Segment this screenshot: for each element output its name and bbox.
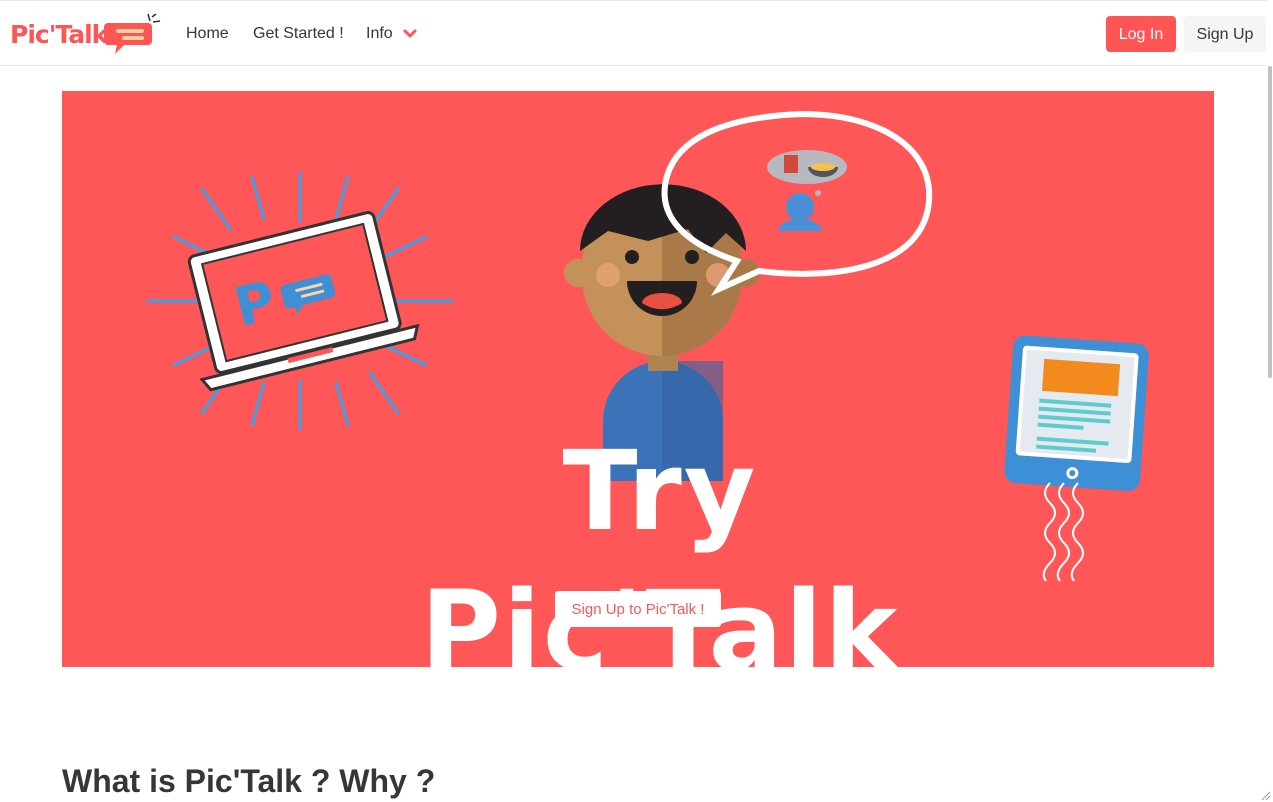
top-navbar: Pic'Talk Home Get Started ! Info Log In …	[0, 0, 1273, 66]
scrollbar-thumb[interactable]	[1268, 66, 1272, 378]
login-button[interactable]: Log In	[1106, 16, 1176, 52]
section-title: What is Pic'Talk ? Why ?	[62, 763, 436, 799]
nav-get-started-link[interactable]: Get Started !	[253, 25, 344, 43]
hero-banner: P Try Sign Up to Pic'Talk !	[62, 91, 1214, 667]
tablet-icon	[1004, 335, 1149, 492]
nav-info-dropdown[interactable]: Info	[366, 25, 393, 43]
hero-title: Try Pic'Talk	[420, 427, 897, 667]
vibration-lines	[1042, 482, 1084, 582]
brand-logo[interactable]: Pic'Talk	[8, 9, 163, 59]
signup-button[interactable]: Sign Up	[1184, 16, 1266, 52]
hero-signup-button[interactable]: Sign Up to Pic'Talk !	[555, 591, 721, 627]
laptop-icon: P	[146, 171, 454, 431]
chevron-down-icon[interactable]	[403, 28, 417, 40]
resize-grip-icon[interactable]	[1260, 790, 1270, 800]
nav-home-link[interactable]: Home	[186, 25, 229, 43]
speech-bubble-icon	[104, 13, 161, 54]
scrollbar[interactable]	[1267, 0, 1273, 802]
brand-name: Pic'Talk	[10, 20, 108, 49]
